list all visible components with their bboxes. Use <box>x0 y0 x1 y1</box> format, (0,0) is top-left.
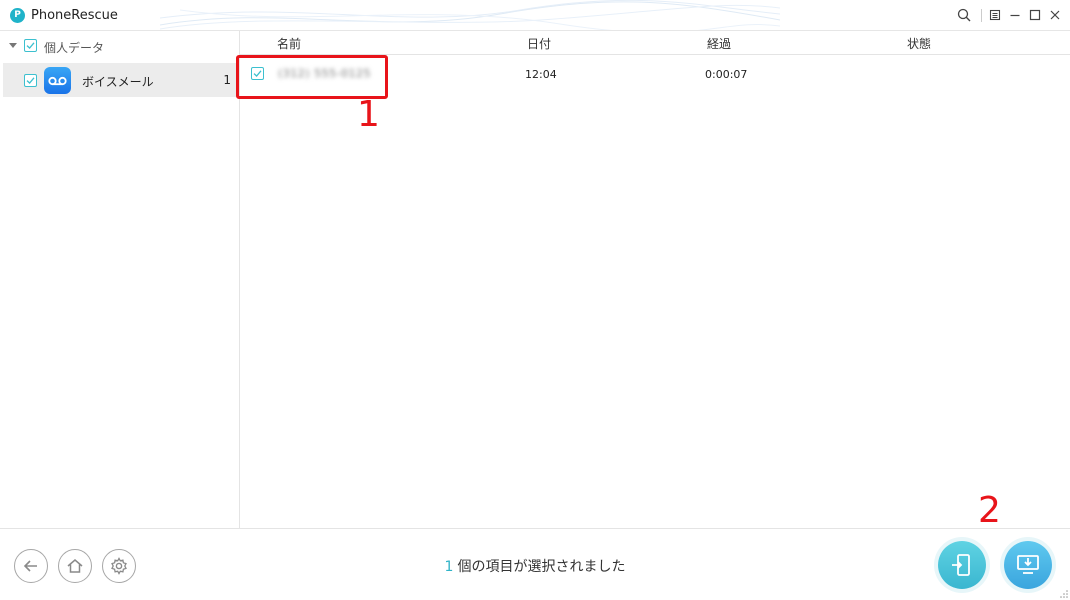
minimize-icon[interactable] <box>1006 6 1024 24</box>
annotation-number-2: 2 <box>978 490 1001 531</box>
column-header-date[interactable]: 日付 <box>527 35 551 52</box>
app-window: P PhoneRescue 個人データ ボイスメール 1 名前 日付 経過 状態… <box>0 0 1070 600</box>
category-checkbox[interactable] <box>24 39 37 52</box>
row-duration: 0:00:07 <box>705 68 748 81</box>
voicemail-icon <box>44 67 71 94</box>
row-checkbox[interactable] <box>251 67 264 80</box>
to-device-button[interactable] <box>938 541 986 589</box>
table-header: 名前 日付 経過 状態 <box>240 31 1070 55</box>
selected-text: 個の項目が選択されました <box>457 559 626 575</box>
selection-status: 1 個の項目が選択されました <box>0 556 1070 576</box>
column-header-name[interactable]: 名前 <box>277 35 301 52</box>
menu-icon[interactable] <box>986 6 1004 24</box>
sidebar-item-voicemail[interactable]: ボイスメール 1 <box>3 63 239 97</box>
titlebar-divider <box>981 9 982 22</box>
item-checkbox[interactable] <box>24 74 37 87</box>
to-device-icon <box>952 554 970 576</box>
search-icon[interactable] <box>955 6 973 24</box>
category-personal-data[interactable]: 個人データ <box>0 31 239 61</box>
to-computer-button[interactable] <box>1004 541 1052 589</box>
sidebar-item-label: ボイスメール <box>82 75 154 89</box>
checkmark-icon <box>26 77 35 84</box>
close-icon[interactable] <box>1046 6 1064 24</box>
checkmark-icon <box>253 70 262 77</box>
title-bar: P PhoneRescue <box>0 0 1070 31</box>
maximize-icon[interactable] <box>1026 6 1044 24</box>
resize-grip-icon[interactable] <box>1060 590 1068 598</box>
footer-bar: 1 個の項目が選択されました <box>0 528 1070 600</box>
to-computer-icon <box>1017 555 1039 574</box>
checkmark-icon <box>26 42 35 49</box>
app-logo-icon: P <box>10 8 25 23</box>
category-label: 個人データ <box>44 41 105 55</box>
caret-down-icon[interactable] <box>9 43 17 48</box>
category-sidebar: 個人データ ボイスメール 1 <box>0 31 240 528</box>
column-header-status[interactable]: 状態 <box>907 35 931 52</box>
app-title: PhoneRescue <box>31 8 118 23</box>
column-header-duration[interactable]: 経過 <box>707 35 731 52</box>
selected-count: 1 <box>444 559 454 575</box>
annotation-number-1: 1 <box>357 94 380 135</box>
table-row[interactable]: (312) 555-0125 12:04 0:00:07 <box>240 55 1070 93</box>
row-date: 12:04 <box>525 68 557 81</box>
row-name: (312) 555-0125 <box>278 67 372 80</box>
header-decoration <box>160 0 780 30</box>
sidebar-item-count: 1 <box>223 73 231 87</box>
